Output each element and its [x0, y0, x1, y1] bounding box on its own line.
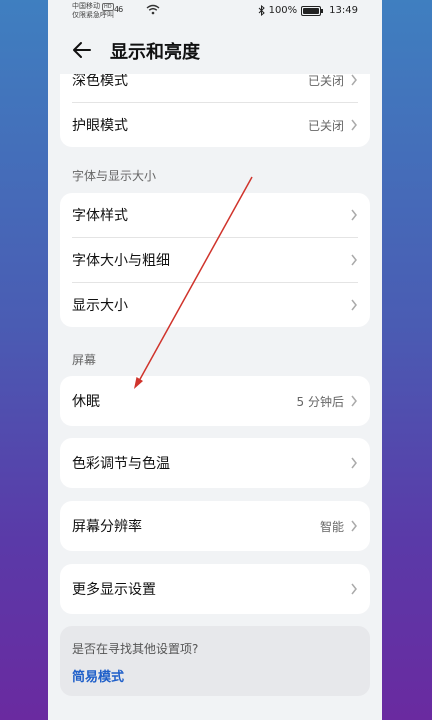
row-label: 休眠	[72, 394, 100, 410]
row-value: 5 分钟后	[296, 394, 344, 409]
chevron-right-icon	[351, 457, 357, 469]
row-value: 已关闭	[307, 118, 344, 133]
card-sleep: 休眠 5 分钟后	[60, 376, 370, 426]
row-label: 色彩调节与色温	[72, 456, 170, 472]
bluetooth-icon	[258, 5, 265, 16]
carrier-info: 中国移动 HD 仅限紧急呼叫	[72, 2, 114, 20]
card-color: 色彩调节与色温	[60, 438, 370, 488]
simple-mode-link[interactable]: 简易模式	[72, 666, 124, 685]
battery-percent: 100%	[268, 5, 298, 16]
row-label: 显示大小	[72, 298, 128, 314]
row-label: 屏幕分辨率	[72, 519, 142, 535]
chevron-right-icon	[351, 209, 357, 221]
signal-indicator: 46	[114, 5, 123, 14]
row-label: 更多显示设置	[72, 582, 156, 598]
row-eye-comfort[interactable]: 护眼模式 已关闭	[60, 103, 370, 147]
row-sleep[interactable]: 休眠 5 分钟后	[60, 376, 370, 426]
card-font: 字体样式 字体大小与粗细 显示大小	[60, 193, 370, 327]
wifi-icon	[146, 4, 160, 15]
chevron-right-icon	[351, 119, 357, 131]
hint-question: 是否在寻找其他设置项?	[72, 642, 199, 656]
hint-card: 是否在寻找其他设置项? 简易模式	[60, 626, 370, 696]
battery-icon	[301, 5, 324, 16]
row-resolution[interactable]: 屏幕分辨率 智能	[60, 501, 370, 551]
status-bar: 中国移动 HD 仅限紧急呼叫 46 100% 13:49	[48, 0, 382, 22]
row-value: 已关闭	[307, 73, 344, 88]
section-title-font: 字体与显示大小	[72, 169, 157, 183]
hd-badge: HD	[102, 2, 114, 11]
card-more: 更多显示设置	[60, 564, 370, 614]
row-font-size[interactable]: 字体大小与粗细	[60, 238, 370, 282]
clock: 13:49	[329, 5, 358, 16]
row-label: 护眼模式	[72, 118, 128, 134]
back-arrow-icon[interactable]	[70, 38, 94, 62]
carrier-name: 中国移动	[72, 2, 100, 10]
chevron-right-icon	[351, 299, 357, 311]
section-title-screen: 屏幕	[72, 353, 97, 367]
row-display-size[interactable]: 显示大小	[60, 283, 370, 327]
row-font-style[interactable]: 字体样式	[60, 193, 370, 237]
row-label: 字体大小与粗细	[72, 253, 170, 269]
page-header-overlay: 显示和亮度	[48, 30, 382, 70]
chevron-right-icon	[351, 74, 357, 86]
chevron-right-icon	[351, 254, 357, 266]
row-label: 字体样式	[72, 208, 128, 224]
chevron-right-icon	[351, 395, 357, 407]
phone-screen: 中国移动 HD 仅限紧急呼叫 46 100% 13:49 显示和亮度 深色模	[48, 0, 382, 720]
status-right: 100% 13:49	[258, 5, 358, 16]
card-resolution: 屏幕分辨率 智能	[60, 501, 370, 551]
row-value: 智能	[319, 519, 344, 534]
chevron-right-icon	[351, 583, 357, 595]
row-more-display[interactable]: 更多显示设置	[60, 564, 370, 614]
page-title: 显示和亮度	[110, 42, 200, 63]
carrier-emergency: 仅限紧急呼叫	[72, 11, 114, 19]
row-color-temp[interactable]: 色彩调节与色温	[60, 438, 370, 488]
chevron-right-icon	[351, 520, 357, 532]
